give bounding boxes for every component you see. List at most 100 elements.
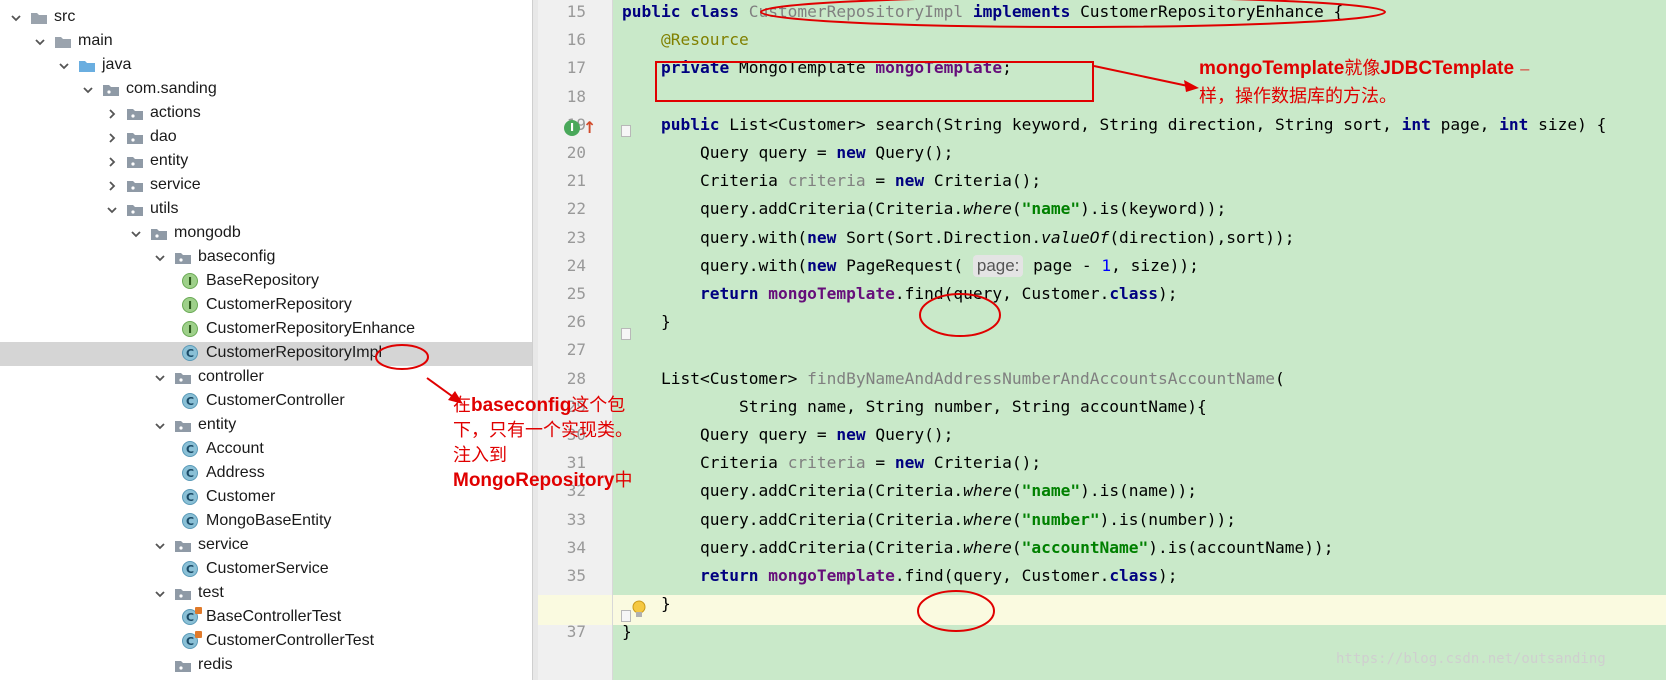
chevron-down-icon[interactable] xyxy=(82,84,94,96)
code-line[interactable]: query.addCriteria(Criteria.where("name")… xyxy=(622,476,1197,506)
chevron-down-icon[interactable] xyxy=(154,420,166,432)
class-icon: C xyxy=(182,393,198,409)
code-token: Criteria(); xyxy=(933,453,1042,473)
code-line[interactable]: } xyxy=(622,617,632,647)
tree-item-label: CustomerService xyxy=(206,560,329,577)
tree-item[interactable]: C CustomerService xyxy=(0,558,532,582)
tree-item-label: CustomerRepositoryImpl xyxy=(206,344,383,361)
code-token: Criteria xyxy=(622,453,788,473)
line-number: 34 xyxy=(566,537,586,557)
code-token: Query(); xyxy=(875,143,954,162)
code-token: new xyxy=(894,453,934,473)
tree-item[interactable]: I BaseRepository xyxy=(0,270,532,294)
chevron-down-icon[interactable] xyxy=(154,372,166,384)
chevron-down-icon[interactable] xyxy=(34,36,46,48)
tree-item-label: BaseControllerTest xyxy=(206,608,342,625)
code-token: private xyxy=(660,58,739,78)
code-line[interactable]: Query query = new Query(); xyxy=(622,138,953,168)
tree-item[interactable]: actions xyxy=(0,102,532,126)
code-token: query.addCriteria(Criteria. xyxy=(622,509,964,529)
code-line[interactable]: query.addCriteria(Criteria.where("accoun… xyxy=(622,533,1334,563)
implementing-method-icon[interactable]: I xyxy=(564,120,580,136)
chevron-right-icon[interactable] xyxy=(106,132,118,144)
chevron-down-icon[interactable] xyxy=(10,12,22,24)
tree-item[interactable]: service xyxy=(0,174,532,198)
code-line[interactable]: String name, String number, String accou… xyxy=(622,392,1207,422)
code-line[interactable]: @Resource xyxy=(622,25,749,55)
tree-item[interactable]: dao xyxy=(0,126,532,150)
code-line[interactable]: query.with(new PageRequest( page: page -… xyxy=(622,251,1199,281)
chevron-right-icon[interactable] xyxy=(106,156,118,168)
code-token: mongoTemplate xyxy=(768,566,895,585)
tree-item[interactable]: C CustomerRepositoryImpl xyxy=(0,342,532,366)
test-class-icon: C xyxy=(182,631,202,649)
package-icon xyxy=(174,251,192,265)
code-line[interactable]: Query query = new Query(); xyxy=(622,420,953,450)
project-tree[interactable]: src main java com.sanding actions dao entity se… xyxy=(0,0,532,680)
tree-item[interactable]: mongodb xyxy=(0,222,532,246)
tree-item[interactable]: I CustomerRepositoryEnhance xyxy=(0,318,532,342)
tree-item-label: service xyxy=(198,536,249,553)
chevron-down-icon[interactable] xyxy=(106,204,118,216)
code-token: criteria xyxy=(787,453,866,473)
code-line[interactable]: query.addCriteria(Criteria.where("name")… xyxy=(622,194,1226,224)
code-line[interactable]: } xyxy=(622,589,671,619)
code-token: class xyxy=(1109,284,1159,303)
tree-item[interactable]: C CustomerControllerTest xyxy=(0,630,532,654)
tree-item[interactable]: utils xyxy=(0,198,532,222)
tree-item[interactable]: src xyxy=(0,6,532,30)
tree-item[interactable]: service xyxy=(0,534,532,558)
tree-item[interactable]: I CustomerRepository xyxy=(0,294,532,318)
code-line[interactable]: } xyxy=(622,307,671,337)
chevron-down-icon[interactable] xyxy=(130,228,142,240)
code-line[interactable]: query.addCriteria(Criteria.where("number… xyxy=(622,505,1236,535)
test-class-icon: C xyxy=(182,607,202,625)
tree-item[interactable]: C BaseControllerTest xyxy=(0,606,532,630)
tree-item[interactable]: baseconfig xyxy=(0,246,532,270)
parameter-hint: page: xyxy=(972,254,1024,277)
code-line[interactable]: public class CustomerRepositoryImpl impl… xyxy=(622,0,1343,27)
line-number: 26 xyxy=(566,312,586,332)
chevron-down-icon[interactable] xyxy=(58,60,70,72)
tree-item-label: service xyxy=(150,176,201,193)
code-token: ).is(accountName)); xyxy=(1148,537,1334,557)
line-number: 25 xyxy=(566,284,586,303)
tree-item[interactable]: java xyxy=(0,54,532,78)
tree-item-label: com.sanding xyxy=(126,80,217,97)
code-token: .find(query, Customer. xyxy=(894,566,1110,585)
chevron-down-icon[interactable] xyxy=(154,540,166,552)
tree-item[interactable]: C MongoBaseEntity xyxy=(0,510,532,534)
code-line[interactable]: Criteria criteria = new Criteria(); xyxy=(622,448,1041,478)
watermark: https://blog.csdn.net/outsanding xyxy=(1336,651,1606,667)
chevron-down-icon[interactable] xyxy=(154,588,166,600)
chevron-right-icon[interactable] xyxy=(106,108,118,120)
code-line[interactable]: Criteria criteria = new Criteria(); xyxy=(622,166,1041,196)
code-line[interactable]: return mongoTemplate.find(query, Custome… xyxy=(622,279,1178,309)
code-token: public class xyxy=(622,2,749,21)
code-line[interactable]: query.with(new Sort(Sort.Direction.value… xyxy=(622,223,1295,253)
code-line[interactable]: return mongoTemplate.find(query, Custome… xyxy=(622,561,1178,591)
code-line[interactable]: List<Customer> findByNameAndAddressNumbe… xyxy=(622,364,1285,394)
code-token: return xyxy=(699,566,769,585)
code-token: mongoTemplate xyxy=(875,58,1003,78)
chevron-right-icon[interactable] xyxy=(106,180,118,192)
tree-item[interactable]: entity xyxy=(0,150,532,174)
code-token: "accountName" xyxy=(1021,537,1149,557)
code-line[interactable]: public List<Customer> search(String keyw… xyxy=(622,110,1606,140)
fold-separator xyxy=(612,0,613,680)
class-icon: C xyxy=(182,465,198,481)
tree-item[interactable]: com.sanding xyxy=(0,78,532,102)
tree-item[interactable]: test xyxy=(0,582,532,606)
package-icon xyxy=(174,659,192,673)
code-line[interactable]: private MongoTemplate mongoTemplate; xyxy=(622,53,1012,83)
tree-item-label: entity xyxy=(150,152,189,169)
override-up-arrow-icon[interactable]: ↑ xyxy=(583,118,596,137)
code-token: class xyxy=(1109,566,1159,585)
chevron-down-icon[interactable] xyxy=(154,252,166,264)
code-token: } xyxy=(622,312,671,332)
code-token: Query query = xyxy=(622,143,837,162)
tree-item[interactable]: main xyxy=(0,30,532,54)
tree-item[interactable]: controller xyxy=(0,366,532,390)
tree-item[interactable]: redis xyxy=(0,654,532,678)
